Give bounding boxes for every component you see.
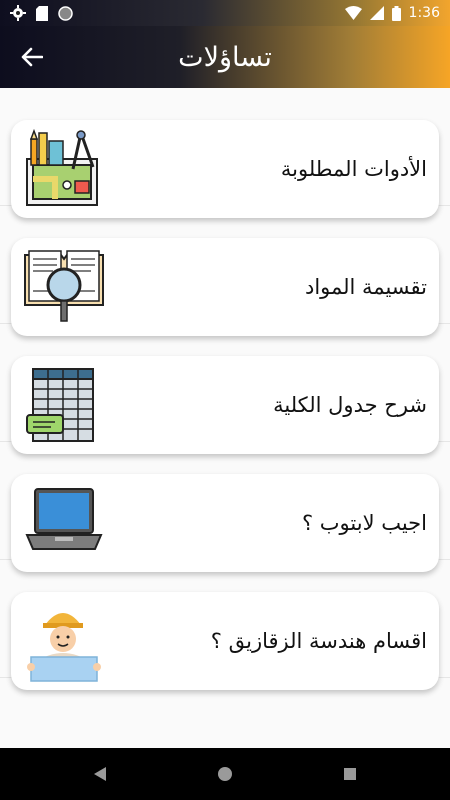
status-time: 1:36	[408, 5, 440, 21]
card-label: اقسام هندسة الزقازيق ؟	[210, 629, 427, 653]
signal-icon	[369, 6, 384, 20]
sync-circle-icon	[58, 5, 73, 21]
card-get-laptop[interactable]: اجيب لابتوب ؟	[11, 474, 439, 572]
card-subjects-division[interactable]: تقسيمة المواد	[11, 238, 439, 336]
back-button[interactable]	[16, 41, 48, 73]
circle-home-icon	[218, 767, 232, 781]
list-item: الأدوات المطلوبة	[0, 88, 450, 218]
card-label: اجيب لابتوب ؟	[301, 511, 427, 535]
card-label: تقسيمة المواد	[304, 275, 427, 299]
battery-icon	[391, 5, 401, 21]
card-college-schedule[interactable]: شرح جدول الكلية	[11, 356, 439, 454]
status-left	[10, 5, 73, 21]
nav-home-button[interactable]	[215, 764, 235, 784]
page-title: تساؤلات	[178, 41, 272, 73]
spreadsheet-table-icon	[26, 368, 94, 442]
book-magnifier-icon	[24, 250, 104, 322]
list-item: اجيب لابتوب ؟	[0, 442, 450, 572]
sd-card-icon	[36, 5, 48, 21]
list-item: اقسام هندسة الزقازيق ؟	[0, 560, 450, 690]
card-label: الأدوات المطلوبة	[280, 157, 427, 181]
nav-recents-button[interactable]	[340, 764, 360, 784]
wifi-icon	[344, 6, 362, 20]
laptop-icon	[25, 488, 103, 550]
list-item: شرح جدول الكلية	[0, 324, 450, 454]
triangle-back-icon	[94, 767, 106, 781]
engineer-icon	[27, 613, 101, 682]
arrow-left-icon	[21, 47, 43, 67]
gear-icon	[10, 5, 26, 21]
card-zagazig-engineering-departments[interactable]: اقسام هندسة الزقازيق ؟	[11, 592, 439, 690]
drawing-tools-icon	[26, 129, 98, 206]
status-bar: 1:36	[0, 0, 450, 26]
card-label: شرح جدول الكلية	[273, 393, 427, 417]
status-right: 1:36	[344, 5, 440, 21]
nav-back-button[interactable]	[90, 764, 110, 784]
system-nav-bar	[0, 748, 450, 800]
app-bar: تساؤلات	[0, 26, 450, 88]
list-item: تقسيمة المواد	[0, 206, 450, 336]
card-required-tools[interactable]: الأدوات المطلوبة	[11, 120, 439, 218]
square-recents-icon	[344, 768, 356, 780]
